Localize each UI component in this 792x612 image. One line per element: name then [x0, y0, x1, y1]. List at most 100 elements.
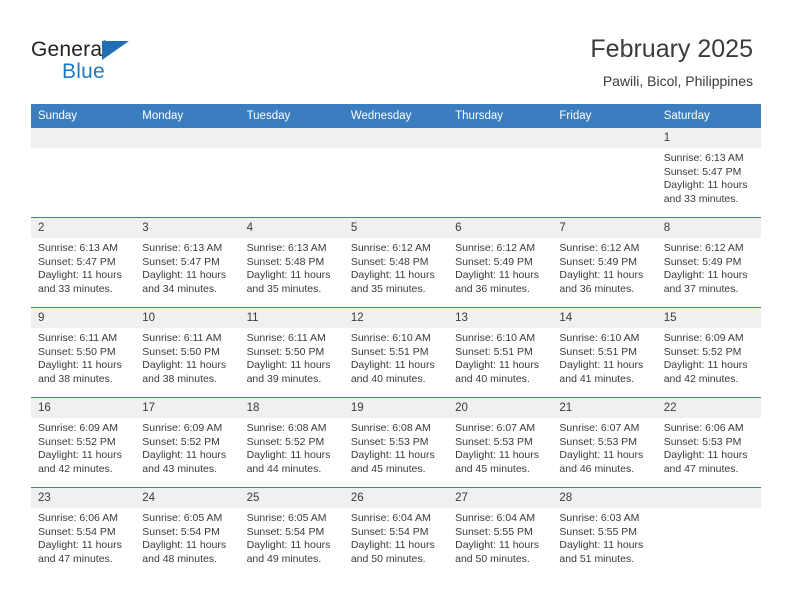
day-cell[interactable]: 9 Sunrise: 6:11 AM Sunset: 5:50 PM Daylight…: [31, 308, 136, 397]
day-cell[interactable]: 23 Sunrise: 6:06 AM Sunset: 5:54 PM Dayligh…: [31, 488, 136, 577]
day-number: 19: [343, 398, 449, 418]
day-cell[interactable]: 13 Sunrise: 6:10 AM Sunset: 5:51 PM Dayligh…: [448, 308, 553, 397]
day-info: Sunrise: 6:11 AM Sunset: 5:50 PM Daylight:…: [31, 328, 135, 386]
day-cell[interactable]: 3 Sunrise: 6:13 AM Sunset: 5:47 PM Daylight…: [135, 218, 240, 307]
day-number: 10: [135, 308, 240, 328]
day-info: Sunrise: 6:11 AM Sunset: 5:50 PM Daylight:…: [240, 328, 344, 386]
sunset-text: Sunset: 5:55 PM: [559, 525, 638, 538]
day-cell[interactable]: 1 Sunrise: 6:13 AM Sunset: 5:47 PM Daylight…: [656, 128, 761, 217]
sunrise-text: Sunrise: 6:11 AM: [38, 332, 118, 344]
daylight-text: Daylight: 11 hours and 44 minutes.: [246, 449, 331, 475]
day-cell[interactable]: 24 Sunrise: 6:05 AM Sunset: 5:54 PM Dayligh…: [135, 488, 240, 577]
day-info: Sunrise: 6:05 AM Sunset: 5:54 PM Daylight:…: [135, 508, 239, 566]
day-number: 12: [343, 308, 449, 328]
day-number: 14: [552, 308, 657, 328]
day-info: Sunrise: 6:07 AM Sunset: 5:53 PM Daylight:…: [552, 418, 656, 476]
calendar-cell: 8 Sunrise: 6:12 AM Sunset: 5:49 PM Daylight…: [656, 217, 761, 308]
day-cell[interactable]: 19 Sunrise: 6:08 AM Sunset: 5:53 PM Dayligh…: [343, 398, 449, 487]
sunrise-text: Sunrise: 6:11 AM: [246, 332, 326, 344]
sunset-text: Sunset: 5:52 PM: [38, 435, 116, 448]
day-info: Sunrise: 6:09 AM Sunset: 5:52 PM Daylight:…: [135, 418, 239, 476]
daylight-text: Daylight: 11 hours and 35 minutes.: [350, 269, 435, 295]
day-cell[interactable]: 4 Sunrise: 6:13 AM Sunset: 5:48 PM Daylight…: [239, 218, 344, 307]
day-info: Sunrise: 6:12 AM Sunset: 5:49 PM Daylight:…: [657, 238, 761, 296]
sunset-text: Sunset: 5:50 PM: [38, 345, 116, 358]
day-cell[interactable]: 16 Sunrise: 6:09 AM Sunset: 5:52 PM Dayligh…: [31, 398, 136, 487]
day-cell[interactable]: 25 Sunrise: 6:05 AM Sunset: 5:54 PM Dayligh…: [239, 488, 344, 577]
sunset-text: Sunset: 5:48 PM: [246, 255, 325, 268]
calendar-week-row: 2 Sunrise: 6:13 AM Sunset: 5:47 PM Daylight…: [31, 217, 761, 308]
day-number: 4: [239, 218, 344, 238]
calendar-cell: 23 Sunrise: 6:06 AM Sunset: 5:54 PM Dayligh…: [31, 487, 136, 577]
daylight-text: Daylight: 11 hours and 40 minutes.: [350, 359, 435, 385]
day-cell[interactable]: 7 Sunrise: 6:12 AM Sunset: 5:49 PM Daylight…: [552, 218, 657, 307]
logo-text-blue: Blue: [62, 60, 105, 83]
day-cell[interactable]: 15 Sunrise: 6:09 AM Sunset: 5:52 PM Dayligh…: [656, 308, 761, 397]
day-cell[interactable]: 27 Sunrise: 6:04 AM Sunset: 5:55 PM Dayligh…: [448, 488, 553, 577]
day-cell[interactable]: 6 Sunrise: 6:12 AM Sunset: 5:49 PM Daylight…: [448, 218, 553, 307]
sunrise-text: Sunrise: 6:13 AM: [142, 242, 223, 254]
logo-text-general: General: [31, 38, 108, 61]
day-info: Sunrise: 6:10 AM Sunset: 5:51 PM Daylight:…: [448, 328, 552, 386]
calendar-cell: 21 Sunrise: 6:07 AM Sunset: 5:53 PM Dayligh…: [552, 397, 657, 488]
sunrise-text: Sunrise: 6:09 AM: [142, 422, 223, 434]
daylight-text: Daylight: 11 hours and 49 minutes.: [246, 539, 331, 565]
sunrise-text: Sunrise: 6:13 AM: [246, 242, 327, 254]
day-cell[interactable]: 10 Sunrise: 6:11 AM Sunset: 5:50 PM Dayligh…: [135, 308, 240, 397]
day-cell[interactable]: 5 Sunrise: 6:12 AM Sunset: 5:48 PM Daylight…: [343, 218, 449, 307]
day-cell-empty: [239, 128, 344, 217]
day-cell[interactable]: 22 Sunrise: 6:06 AM Sunset: 5:53 PM Dayligh…: [656, 398, 761, 487]
sunset-text: Sunset: 5:54 PM: [38, 525, 116, 538]
sunrise-text: Sunrise: 6:13 AM: [663, 152, 744, 164]
day-info: Sunrise: 6:06 AM Sunset: 5:53 PM Daylight:…: [657, 418, 761, 476]
day-info: Sunrise: 6:04 AM Sunset: 5:54 PM Daylight:…: [344, 508, 448, 566]
daylight-text: Daylight: 11 hours and 34 minutes.: [142, 269, 227, 295]
daylight-text: Daylight: 11 hours and 46 minutes.: [559, 449, 644, 475]
calendar-cell: 14 Sunrise: 6:10 AM Sunset: 5:51 PM Dayligh…: [552, 307, 657, 398]
daylight-text: Daylight: 11 hours and 47 minutes.: [663, 449, 748, 475]
calendar-cell: 13 Sunrise: 6:10 AM Sunset: 5:51 PM Dayligh…: [448, 307, 553, 398]
day-cell[interactable]: 18 Sunrise: 6:08 AM Sunset: 5:52 PM Dayligh…: [239, 398, 344, 487]
calendar-cell: 7 Sunrise: 6:12 AM Sunset: 5:49 PM Daylight…: [552, 217, 657, 308]
calendar-body: 1 Sunrise: 6:13 AM Sunset: 5:47 PM Daylight…: [31, 128, 761, 577]
day-number: 17: [135, 398, 240, 418]
sunrise-text: Sunrise: 6:06 AM: [38, 512, 118, 524]
sunrise-text: Sunrise: 6:10 AM: [350, 332, 431, 344]
day-cell[interactable]: 14 Sunrise: 6:10 AM Sunset: 5:51 PM Dayligh…: [552, 308, 657, 397]
day-number: 15: [656, 308, 761, 328]
sunrise-text: Sunrise: 6:10 AM: [559, 332, 640, 344]
sunset-text: Sunset: 5:50 PM: [246, 345, 325, 358]
day-cell[interactable]: 11 Sunrise: 6:11 AM Sunset: 5:50 PM Dayligh…: [239, 308, 344, 397]
day-number: 24: [135, 488, 240, 508]
calendar-table: Sunday Monday Tuesday Wednesday Thursday…: [31, 104, 761, 577]
day-cell[interactable]: 21 Sunrise: 6:07 AM Sunset: 5:53 PM Dayligh…: [552, 398, 657, 487]
sunrise-text: Sunrise: 6:13 AM: [38, 242, 118, 254]
day-cell[interactable]: 8 Sunrise: 6:12 AM Sunset: 5:49 PM Daylight…: [656, 218, 761, 307]
day-number: 7: [552, 218, 657, 238]
day-number: 11: [239, 308, 344, 328]
day-cell[interactable]: 12 Sunrise: 6:10 AM Sunset: 5:51 PM Dayligh…: [343, 308, 449, 397]
day-cell[interactable]: 26 Sunrise: 6:04 AM Sunset: 5:54 PM Dayligh…: [343, 488, 449, 577]
sunset-text: Sunset: 5:52 PM: [246, 435, 325, 448]
sunset-text: Sunset: 5:50 PM: [142, 345, 220, 358]
day-number: 27: [448, 488, 553, 508]
day-cell[interactable]: 2 Sunrise: 6:13 AM Sunset: 5:47 PM Daylight…: [31, 218, 136, 307]
calendar-cell: 16 Sunrise: 6:09 AM Sunset: 5:52 PM Dayligh…: [31, 397, 136, 488]
sunset-text: Sunset: 5:47 PM: [663, 165, 742, 178]
day-cell[interactable]: 17 Sunrise: 6:09 AM Sunset: 5:52 PM Dayligh…: [135, 398, 240, 487]
day-number: 25: [239, 488, 344, 508]
day-number: 23: [31, 488, 136, 508]
sunset-text: Sunset: 5:53 PM: [559, 435, 638, 448]
daylight-text: Daylight: 11 hours and 38 minutes.: [142, 359, 227, 385]
day-info: Sunrise: 6:07 AM Sunset: 5:53 PM Daylight:…: [448, 418, 552, 476]
calendar-week-row: 9 Sunrise: 6:11 AM Sunset: 5:50 PM Daylight…: [31, 307, 761, 398]
sunrise-text: Sunrise: 6:08 AM: [350, 422, 431, 434]
day-number: 1: [656, 128, 761, 148]
sunrise-text: Sunrise: 6:04 AM: [455, 512, 536, 524]
sunset-text: Sunset: 5:52 PM: [142, 435, 220, 448]
sunrise-text: Sunrise: 6:11 AM: [142, 332, 222, 344]
day-cell[interactable]: 20 Sunrise: 6:07 AM Sunset: 5:53 PM Dayligh…: [448, 398, 553, 487]
day-cell[interactable]: 28 Sunrise: 6:03 AM Sunset: 5:55 PM Dayligh…: [552, 488, 657, 577]
sunset-text: Sunset: 5:54 PM: [246, 525, 325, 538]
page-subtitle: Pawili, Bicol, Philippines: [602, 73, 753, 89]
